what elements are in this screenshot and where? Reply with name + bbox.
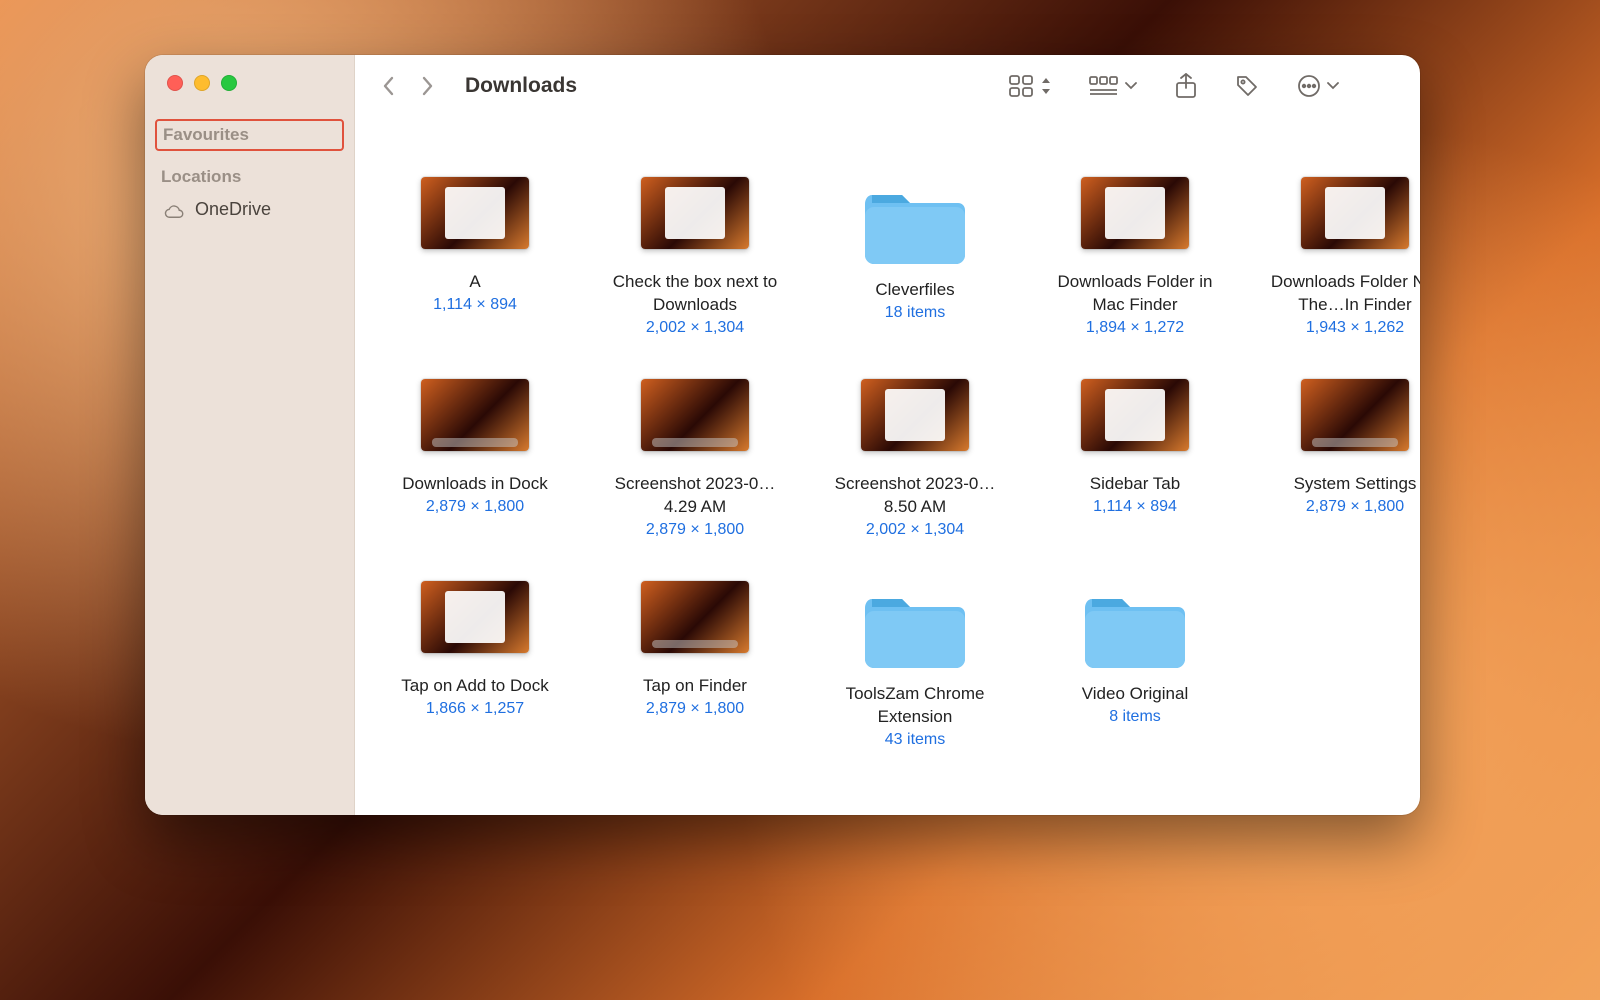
file-name: Cleverfiles bbox=[825, 279, 1005, 302]
image-thumbnail bbox=[861, 379, 969, 451]
file-name: Sidebar Tab bbox=[1045, 473, 1225, 496]
file-name: Tap on Finder bbox=[605, 675, 785, 698]
file-meta: 43 items bbox=[825, 731, 1005, 749]
file-meta: 1,114 × 894 bbox=[1045, 498, 1225, 516]
window-title: Downloads bbox=[465, 74, 577, 98]
file-meta: 1,943 × 1,262 bbox=[1265, 319, 1420, 337]
file-meta: 1,866 × 1,257 bbox=[385, 700, 565, 718]
file-item[interactable]: Screenshot 2023-0…8.50 AM 2,002 × 1,304 bbox=[825, 379, 1005, 539]
file-name: Downloads Folder Not The…In Finder bbox=[1265, 271, 1420, 317]
file-item[interactable]: ToolsZam Chrome Extension 43 items bbox=[825, 581, 1005, 749]
file-item[interactable]: Tap on Add to Dock 1,866 × 1,257 bbox=[385, 581, 565, 749]
file-item[interactable]: Sidebar Tab 1,114 × 894 bbox=[1045, 379, 1225, 539]
image-thumbnail bbox=[1081, 177, 1189, 249]
image-thumbnail bbox=[421, 379, 529, 451]
file-name: ToolsZam Chrome Extension bbox=[825, 683, 1005, 729]
image-thumbnail bbox=[641, 379, 749, 451]
favourites-section-highlight: Favourites bbox=[155, 119, 344, 151]
icon-grid: A 1,114 × 894 Check the box next to Down… bbox=[385, 177, 1420, 749]
file-meta: 8 items bbox=[1045, 708, 1225, 726]
file-name: Screenshot 2023-0…8.50 AM bbox=[825, 473, 1005, 519]
file-meta: 2,879 × 1,800 bbox=[605, 521, 785, 539]
file-name: Screenshot 2023-0…4.29 AM bbox=[605, 473, 785, 519]
actions-menu-button[interactable] bbox=[1297, 71, 1339, 101]
close-window-button[interactable] bbox=[167, 75, 183, 91]
file-item[interactable]: A 1,114 × 894 bbox=[385, 177, 565, 337]
toolbar: Downloads bbox=[355, 55, 1420, 117]
file-name: Video Original bbox=[1045, 683, 1225, 706]
window-traffic-lights bbox=[145, 75, 354, 91]
image-thumbnail bbox=[1301, 177, 1409, 249]
file-item[interactable]: Screenshot 2023-0…4.29 AM 2,879 × 1,800 bbox=[605, 379, 785, 539]
file-name: Check the box next to Downloads bbox=[605, 271, 785, 317]
nav-back-button[interactable] bbox=[379, 72, 399, 100]
file-item[interactable]: System Settings 2,879 × 1,800 bbox=[1265, 379, 1420, 539]
sidebar-item-label: OneDrive bbox=[195, 199, 271, 220]
share-button[interactable] bbox=[1175, 71, 1197, 101]
main-pane: Downloads bbox=[355, 55, 1420, 815]
image-thumbnail bbox=[1301, 379, 1409, 451]
file-meta: 1,114 × 894 bbox=[385, 296, 565, 314]
file-meta: 18 items bbox=[825, 304, 1005, 322]
content-area[interactable]: A 1,114 × 894 Check the box next to Down… bbox=[355, 117, 1420, 815]
file-name: Downloads Folder in Mac Finder bbox=[1045, 271, 1225, 317]
desktop-wallpaper: Favourites Locations OneDrive bbox=[0, 0, 1600, 1000]
file-item[interactable]: Check the box next to Downloads 2,002 × … bbox=[605, 177, 785, 337]
file-meta: 2,879 × 1,800 bbox=[1265, 498, 1420, 516]
file-meta: 2,879 × 1,800 bbox=[605, 700, 785, 718]
file-name: Tap on Add to Dock bbox=[385, 675, 565, 698]
finder-window: Favourites Locations OneDrive bbox=[145, 55, 1420, 815]
file-meta: 1,894 × 1,272 bbox=[1045, 319, 1225, 337]
folder-icon bbox=[860, 581, 970, 671]
image-thumbnail bbox=[641, 581, 749, 653]
sidebar: Favourites Locations OneDrive bbox=[145, 55, 355, 815]
cloud-icon bbox=[163, 203, 185, 217]
file-meta: 2,879 × 1,800 bbox=[385, 498, 565, 516]
sidebar-section-locations: Locations bbox=[145, 161, 354, 193]
file-item[interactable]: Downloads in Dock 2,879 × 1,800 bbox=[385, 379, 565, 539]
file-item[interactable]: Video Original 8 items bbox=[1045, 581, 1225, 749]
image-thumbnail bbox=[641, 177, 749, 249]
sidebar-item-onedrive[interactable]: OneDrive bbox=[145, 193, 354, 226]
image-thumbnail bbox=[421, 177, 529, 249]
file-meta: 2,002 × 1,304 bbox=[825, 521, 1005, 539]
file-meta: 2,002 × 1,304 bbox=[605, 319, 785, 337]
folder-icon bbox=[860, 177, 970, 267]
file-item[interactable]: Cleverfiles 18 items bbox=[825, 177, 1005, 337]
file-name: Downloads in Dock bbox=[385, 473, 565, 496]
minimize-window-button[interactable] bbox=[194, 75, 210, 91]
sidebar-section-favourites: Favourites bbox=[163, 125, 336, 145]
image-thumbnail bbox=[1081, 379, 1189, 451]
nav-forward-button[interactable] bbox=[417, 72, 437, 100]
view-mode-button[interactable] bbox=[1009, 71, 1051, 101]
file-name: A bbox=[385, 271, 565, 294]
zoom-window-button[interactable] bbox=[221, 75, 237, 91]
folder-icon bbox=[1080, 581, 1190, 671]
file-item[interactable]: Tap on Finder 2,879 × 1,800 bbox=[605, 581, 785, 749]
group-by-button[interactable] bbox=[1089, 71, 1137, 101]
file-item[interactable]: Downloads Folder Not The…In Finder 1,943… bbox=[1265, 177, 1420, 337]
image-thumbnail bbox=[421, 581, 529, 653]
file-name: System Settings bbox=[1265, 473, 1420, 496]
tags-button[interactable] bbox=[1235, 71, 1259, 101]
file-item[interactable]: Downloads Folder in Mac Finder 1,894 × 1… bbox=[1045, 177, 1225, 337]
